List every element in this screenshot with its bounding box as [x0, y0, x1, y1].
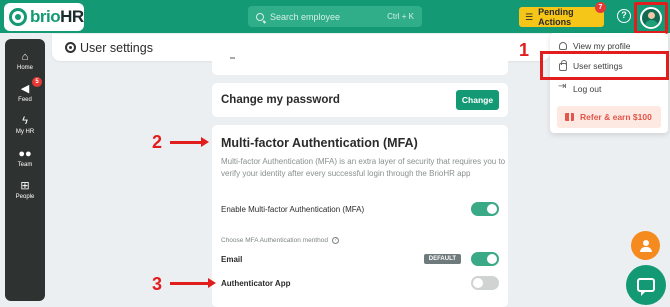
avatar-highlight[interactable] — [634, 2, 668, 34]
mfa-email-toggle[interactable] — [471, 252, 499, 266]
search-icon — [256, 12, 264, 21]
sidebar-item-label: My HR — [15, 129, 35, 135]
pending-count-badge: 7 — [595, 2, 606, 13]
gear-icon — [65, 42, 76, 53]
mfa-enable-label: Enable Multi-factor Authentication (MFA) — [221, 204, 365, 214]
pending-actions-button[interactable]: ☰ Pending Actions — [519, 7, 604, 27]
logo-mark-icon — [9, 8, 27, 26]
sidebar-item-people[interactable]: ⊞ People — [5, 180, 45, 200]
chat-fab-button[interactable] — [626, 265, 666, 305]
search-placeholder: Search employee — [270, 11, 341, 22]
mfa-method-heading-text: Choose MFA Authentication menthod — [221, 237, 328, 244]
menu-item-label: Log out — [573, 84, 602, 94]
sidebar-item-home[interactable]: ⌂ Home — [5, 51, 45, 71]
user-settings-highlight — [540, 51, 669, 80]
step-2-marker: 2 — [152, 132, 163, 152]
mfa-title: Multi-factor Authentication (MFA) — [221, 136, 418, 150]
mfa-method-email-row: Email DEFAULT — [221, 252, 499, 266]
step-3-arrow — [170, 278, 216, 288]
home-icon: ⌂ — [21, 51, 29, 63]
change-password-title: Change my password — [221, 94, 340, 106]
refer-earn-label: Refer & earn $100 — [580, 112, 652, 122]
profile-fab-button[interactable] — [631, 231, 660, 260]
feed-count-badge: 5 — [32, 77, 42, 87]
sidebar-item-label: Home — [16, 65, 33, 71]
briohr-logo[interactable]: brioHR — [4, 3, 84, 31]
sidebar: ⌂ Home ◀ Feed 5 ϟ My HR ●● Team ⊞ People — [5, 39, 45, 301]
menu-item-label: View my profile — [573, 41, 631, 51]
menu-item-log-out[interactable]: Log out — [550, 80, 668, 98]
step-3-marker: 3 — [152, 274, 163, 294]
bolt-icon: ϟ — [22, 115, 28, 127]
pending-actions-label: Pending Actions — [538, 7, 574, 27]
step-1-marker: 1 — [519, 40, 530, 60]
change-password-card: Change my password Change — [212, 83, 508, 117]
default-badge: DEFAULT — [423, 254, 461, 264]
team-icon: ●● — [18, 148, 32, 160]
mfa-method-email-label: Email — [221, 254, 243, 264]
user-icon — [559, 42, 567, 50]
logo-text: brioHR — [30, 7, 84, 26]
previous-card — [212, 55, 508, 75]
mfa-enable-row: Enable Multi-factor Authentication (MFA) — [221, 202, 499, 216]
mfa-enable-toggle[interactable] — [471, 202, 499, 216]
change-password-button[interactable]: Change — [456, 90, 499, 110]
sidebar-item-label: Team — [17, 162, 33, 168]
mfa-method-heading: Choose MFA Authentication menthod ? — [221, 237, 339, 244]
sidebar-item-label: People — [15, 194, 35, 200]
mfa-card: Multi-factor Authentication (MFA) Multi-… — [212, 125, 508, 307]
list-icon: ☰ — [525, 11, 534, 22]
org-chart-icon: ⊞ — [20, 180, 30, 192]
search-input[interactable]: Search employee Ctrl + K — [248, 6, 422, 27]
avatar[interactable] — [640, 7, 662, 29]
logout-icon — [558, 81, 567, 93]
sidebar-item-team[interactable]: ●● Team — [5, 148, 45, 168]
person-icon — [639, 239, 652, 252]
search-shortcut: Ctrl + K — [387, 12, 414, 21]
sidebar-item-my-hr[interactable]: ϟ My HR — [5, 115, 45, 135]
mfa-description: Multi-factor Authentication (MFA) is an … — [221, 157, 506, 178]
mfa-authenticator-toggle[interactable] — [471, 276, 499, 290]
question-icon[interactable]: ? — [331, 237, 339, 244]
sidebar-item-label: Feed — [18, 97, 32, 103]
mfa-method-authenticator-row: Authenticator App — [221, 276, 499, 290]
top-bar: brioHR Search employee Ctrl + K ☰ Pendin… — [0, 0, 670, 34]
mfa-method-authenticator-label: Authenticator App — [221, 278, 291, 288]
chat-icon — [637, 278, 655, 296]
help-icon[interactable]: ? — [617, 9, 631, 23]
gift-icon — [565, 113, 574, 121]
step-2-arrow — [170, 137, 209, 147]
refer-earn-button[interactable]: Refer & earn $100 — [557, 106, 661, 128]
page-title: User settings — [80, 40, 153, 55]
logo-prefix: brio — [30, 7, 61, 26]
